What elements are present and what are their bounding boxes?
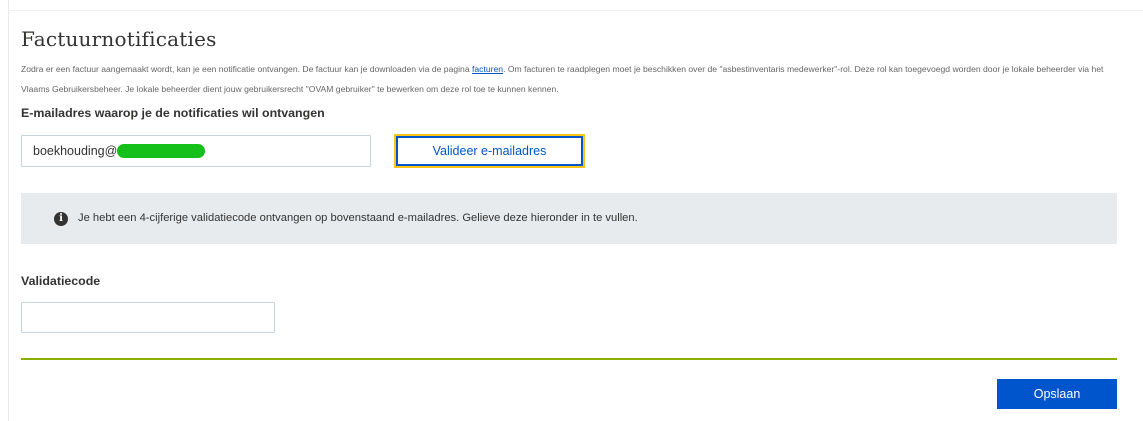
validate-email-button[interactable]: Valideer e-mailadres [394,134,585,168]
page-title: Factuurnotificaties [21,27,217,51]
info-icon: i [54,212,68,226]
email-label: E-mailadres waarop je de notificaties wi… [21,106,325,120]
divider [21,358,1117,360]
intro-text-part1: Zodra er een factuur aangemaakt wordt, k… [21,64,472,74]
validation-code-input[interactable] [21,302,275,333]
redaction-mark [117,144,205,158]
email-value: boekhouding@ [33,144,118,158]
frame-border-left [8,0,9,421]
info-message-text: Je hebt een 4-cijferige validatiecode on… [78,212,638,224]
intro-text: Zodra er een factuur aangemaakt wordt, k… [21,59,1121,99]
info-message: i Je hebt een 4-cijferige validatiecode … [21,193,1117,244]
save-button[interactable]: Opslaan [997,379,1117,409]
validation-code-label: Validatiecode [21,274,101,288]
facturen-link[interactable]: facturen [472,64,503,74]
frame-border-top [8,10,1143,11]
